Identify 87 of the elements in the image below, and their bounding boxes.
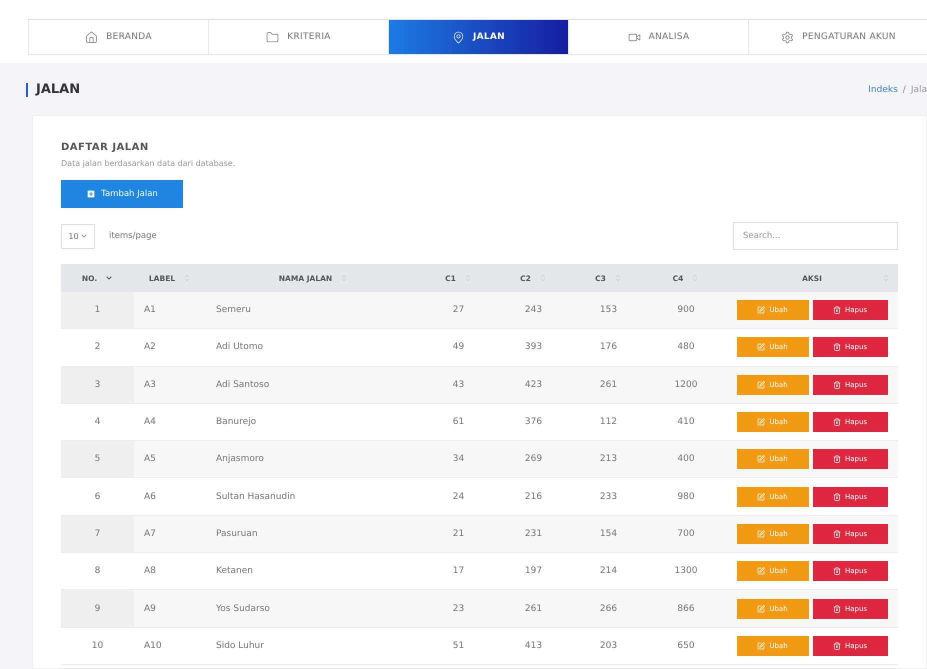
table-cell: 261	[496, 590, 571, 628]
table-cell: 1200	[646, 366, 726, 404]
table-cell: Adi Santoso	[206, 366, 421, 404]
edit-icon	[757, 418, 766, 426]
sort-icon	[882, 274, 890, 282]
breadcrumb-link[interactable]: Jala	[910, 85, 927, 95]
trash-icon	[832, 567, 841, 576]
trash-icon	[832, 530, 841, 538]
sort-icon	[105, 274, 114, 282]
table-cell: 1	[61, 292, 134, 330]
table-cell: 700	[646, 516, 726, 554]
table-cell: 10	[61, 628, 134, 665]
folder-icon	[266, 30, 280, 44]
edit-icon	[757, 642, 766, 650]
breadcrumb-separator: /	[902, 85, 906, 95]
sort-icon	[464, 274, 472, 282]
edit-icon	[757, 306, 766, 314]
table-cell: 153	[571, 292, 646, 330]
trash-icon	[832, 343, 841, 352]
table-cell: 3	[61, 366, 134, 404]
sort-icon	[614, 274, 622, 282]
table-cell: 43	[421, 366, 496, 404]
table-cell: 900	[646, 292, 726, 330]
table-cell: 213	[571, 441, 646, 478]
edit-icon	[757, 604, 766, 613]
table-cell: 203	[571, 628, 646, 665]
table-cell: Anjasmoro	[206, 441, 421, 478]
sort-icon	[183, 274, 192, 282]
add-button[interactable]: Tambah Jalan	[61, 180, 183, 208]
table-cell: 266	[571, 590, 646, 628]
plus-icon	[86, 189, 96, 199]
table-cell: 9	[61, 590, 134, 628]
trash-icon	[832, 418, 841, 426]
table-cell: 7	[61, 516, 134, 554]
table-cell: 423	[496, 366, 571, 404]
trash-icon	[832, 455, 841, 464]
edit-icon	[757, 567, 766, 576]
table-cell: A9	[134, 590, 206, 628]
table-cell: Sido Luhur	[206, 628, 421, 665]
table-cell: A7	[134, 516, 206, 554]
table-cell: Yos Sudarso	[206, 590, 421, 628]
map-pin-icon	[452, 30, 465, 44]
sort-icon	[691, 274, 700, 282]
gear-icon	[781, 30, 794, 44]
table-cell: 866	[646, 590, 726, 628]
page-size-label: items/page	[109, 231, 157, 241]
sort-icon	[340, 274, 348, 282]
table-cell: Pasuruan	[206, 516, 421, 554]
table-cell: Semeru	[206, 292, 421, 330]
edit-icon	[757, 530, 766, 538]
trash-icon	[832, 306, 841, 314]
table-cell: 27	[421, 292, 496, 330]
table-cell: 261	[571, 366, 646, 404]
table-cell: 243	[496, 292, 571, 330]
search-field[interactable]: Search...	[733, 222, 898, 250]
table-cell: 5	[61, 441, 134, 478]
table-cell: 21	[421, 516, 496, 554]
trash-icon	[832, 604, 841, 613]
edit-icon	[757, 380, 766, 389]
sort-icon	[538, 274, 547, 282]
table-cell: A1	[134, 292, 206, 330]
card-subtitle: Data jalan berdasarkan data dari database.	[61, 159, 236, 168]
table-cell: 34	[421, 441, 496, 478]
breadcrumb-link[interactable]: Indeks	[868, 85, 898, 95]
table-cell: A5	[134, 441, 206, 478]
table-cell: 413	[496, 628, 571, 665]
table-cell: 231	[496, 516, 571, 554]
page-title: JALAN	[26, 83, 80, 97]
table-cell: 269	[496, 441, 571, 478]
caret-icon	[80, 232, 88, 240]
edit-icon	[757, 492, 766, 501]
table-cell: A3	[134, 366, 206, 404]
page-size-select[interactable]: 10	[61, 224, 95, 248]
trash-icon	[832, 380, 841, 389]
table-cell: 154	[571, 516, 646, 554]
trash-icon	[832, 492, 841, 501]
trash-icon	[832, 642, 841, 650]
table-cell: 51	[421, 628, 496, 665]
edit-icon	[757, 343, 766, 352]
table-cell: 23	[421, 590, 496, 628]
table-cell: 400	[646, 441, 726, 478]
nav-tab[interactable]: JALAN	[389, 20, 569, 54]
home-icon	[85, 30, 98, 44]
table-cell: 650	[646, 628, 726, 665]
table-cell: A10	[134, 628, 206, 665]
card-title: DAFTAR JALAN	[61, 142, 150, 153]
edit-icon	[757, 455, 766, 464]
